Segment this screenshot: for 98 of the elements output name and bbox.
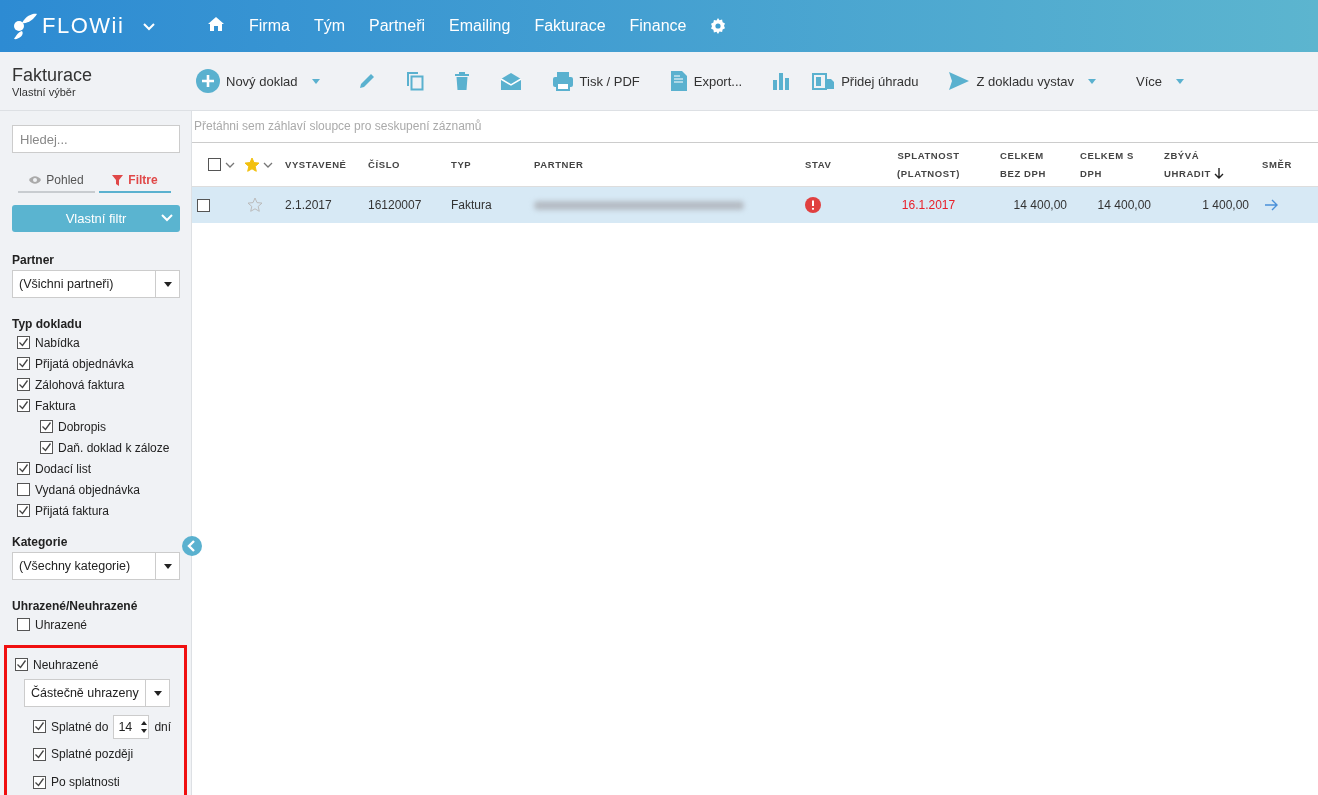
dropdown-field[interactable]: (Všichni partneři): [12, 270, 180, 298]
checkbox[interactable]: [17, 618, 30, 631]
checkbox-label: Dodací list: [35, 461, 92, 476]
toolbar-button[interactable]: Více: [1136, 69, 1185, 93]
number-spinner[interactable]: 14: [113, 714, 150, 739]
checkbox-label: Přijatá faktura: [35, 503, 110, 518]
checkbox-label: Dobropis: [58, 419, 107, 434]
checkbox-label: Nabídka: [35, 335, 80, 350]
checkbox[interactable]: [15, 658, 28, 671]
checkbox[interactable]: [33, 775, 46, 789]
field-label: Kategorie: [12, 535, 69, 549]
column-header[interactable]: TYP: [446, 155, 529, 174]
checkbox[interactable]: [197, 198, 210, 212]
checkbox[interactable]: [208, 158, 221, 171]
column-header[interactable]: ZBÝVÁ UHRADIT: [1159, 146, 1257, 183]
table-cell-text: 16.1.2017: [900, 198, 957, 212]
table-cell-text: 2.1.2017: [284, 198, 333, 212]
table-cell-text: 16120007: [367, 198, 423, 212]
copy-icon: [405, 71, 424, 91]
checkbox[interactable]: [17, 462, 30, 475]
toolbar-button[interactable]: Tisk / PDF: [551, 67, 640, 95]
table-row[interactable]: 2.1.2017 16120007 Faktura 16.1.2017 14 400,00 14 400,00 1 400,00: [192, 187, 1318, 223]
logo-text: FLOWii: [42, 13, 125, 39]
caret-down-icon: [163, 563, 172, 569]
trash-icon: [453, 71, 470, 91]
tab[interactable]: Filtre: [99, 169, 171, 193]
table-cell-text: 14 400,00: [1012, 198, 1068, 212]
table-cell-text: Faktura: [450, 198, 493, 212]
eye-icon: [29, 175, 42, 185]
home-icon: [208, 16, 224, 32]
column-header[interactable]: STAV: [800, 155, 862, 174]
section-label: Typ dokladu: [12, 317, 83, 331]
checkbox[interactable]: [17, 399, 30, 412]
printer-icon: [551, 71, 574, 91]
dropdown-field[interactable]: Částečně uhrazeny: [24, 679, 170, 707]
checkbox-label: Neuhrazené: [33, 657, 99, 672]
search-field[interactable]: Hledej...: [12, 125, 180, 153]
column-header[interactable]: SPLATNOST (PLATNOST): [862, 146, 995, 183]
checkbox-label: Přijatá objednávka: [35, 356, 134, 371]
checkbox-label: Uhrazené: [35, 617, 88, 632]
checkbox[interactable]: [40, 420, 53, 433]
section-label: Uhrazené/Neuhrazené: [12, 599, 139, 613]
checkbox-label: Vydaná objednávka: [35, 482, 140, 497]
checkbox[interactable]: [17, 336, 30, 349]
caret-down-icon: [311, 78, 320, 84]
logo-icon: [12, 11, 38, 41]
checkbox-label: Faktura: [35, 398, 76, 413]
caret-down-icon: [1176, 78, 1185, 84]
checkbox[interactable]: [17, 378, 30, 391]
column-header[interactable]: CELKEM S DPH: [1075, 146, 1159, 183]
chevron-down-icon: [142, 21, 157, 31]
column-header[interactable]: ČÍSLO: [363, 155, 446, 174]
tab[interactable]: Pohled: [18, 169, 95, 193]
toolbar-button[interactable]: Z dokladu vystav: [948, 67, 1097, 95]
checkbox-label: Po splatnosti: [51, 775, 120, 789]
spreadsheet-file-icon: [669, 70, 688, 92]
toolbar-button[interactable]: Export...: [669, 66, 743, 96]
page-title: Fakturace: [12, 64, 94, 86]
checkbox-label: Splatné později: [51, 747, 134, 761]
checkbox[interactable]: [33, 720, 46, 733]
checkbox[interactable]: [40, 441, 53, 454]
page-subtitle: Vlastní výběr: [12, 85, 77, 98]
arrow-right-icon: [1265, 199, 1278, 211]
funnel-icon: [112, 174, 124, 186]
caret-down-icon: [1088, 78, 1097, 84]
field-label: Partner: [12, 253, 56, 267]
checkbox-label: Daň. doklad k záloze: [58, 440, 170, 455]
chevron-down-icon: [161, 214, 173, 222]
chevron-down-icon: [263, 161, 273, 168]
payment-icon: [812, 72, 836, 90]
send-icon: [948, 71, 971, 91]
checkbox[interactable]: [33, 747, 46, 761]
checkbox[interactable]: [17, 357, 30, 370]
spinner-arrows-icon: [140, 719, 149, 734]
column-header[interactable]: VYSTAVENÉ: [280, 155, 363, 174]
toolbar-button[interactable]: Přidej úhradu: [812, 68, 919, 94]
checkbox-label: Splatné do: [51, 719, 109, 734]
toolbar-button[interactable]: Nový doklad: [196, 65, 320, 97]
caret-down-icon: [153, 690, 162, 696]
column-header[interactable]: PARTNER: [529, 155, 800, 174]
group-by-hint: Přetáhni sem záhlaví sloupce pro seskupení záznamů: [192, 111, 1318, 143]
table-cell-text: 1 400,00: [1201, 198, 1250, 212]
checkbox[interactable]: [17, 483, 30, 496]
checkbox-label: Zálohová faktura: [35, 377, 125, 392]
column-header[interactable]: CELKEM BEZ DPH: [995, 146, 1075, 183]
caret-down-icon: [163, 281, 172, 287]
column-header[interactable]: SMĚR: [1257, 155, 1305, 174]
table-cell-text: 14 400,00: [1096, 198, 1152, 212]
unit-label: dní: [154, 719, 172, 734]
plus-circle-icon: [196, 69, 220, 93]
chevron-down-icon: [225, 161, 235, 168]
settings-link[interactable]: [710, 18, 727, 34]
bar-chart-icon: [772, 72, 791, 90]
checkbox[interactable]: [17, 504, 30, 517]
envelope-icon: [499, 71, 522, 91]
dropdown-field[interactable]: (Všechny kategorie): [12, 552, 180, 580]
settings-icon: [710, 18, 727, 34]
pencil-icon: [357, 72, 376, 90]
